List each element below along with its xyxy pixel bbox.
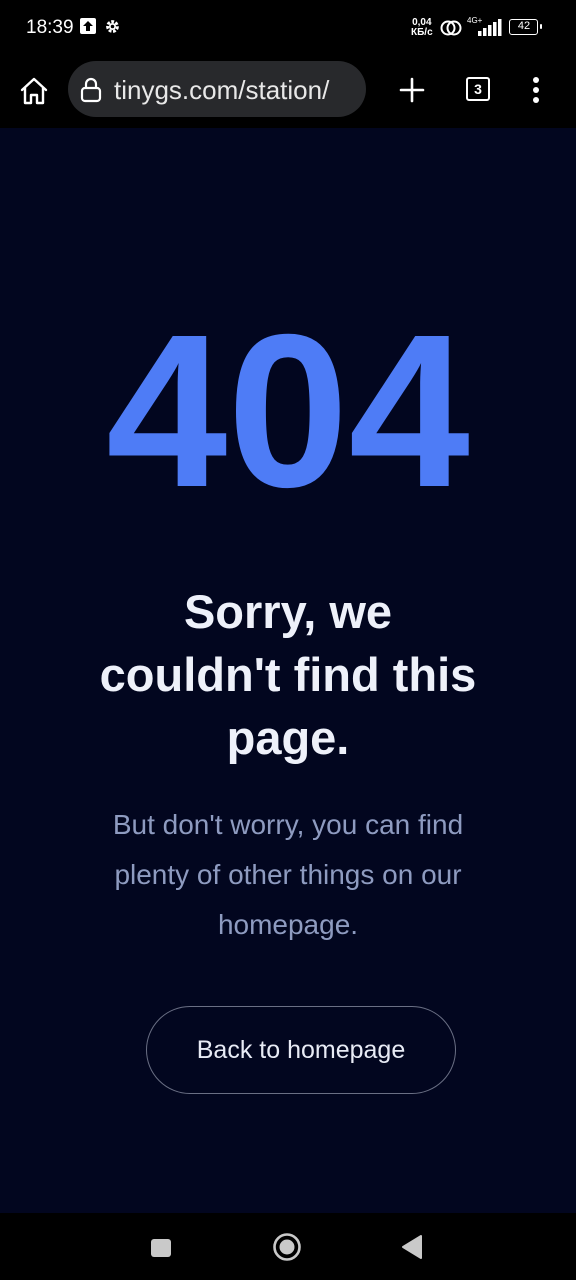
plus-icon[interactable] bbox=[398, 76, 426, 104]
hotspot-icon bbox=[440, 20, 462, 36]
recent-apps-icon[interactable] bbox=[151, 1239, 171, 1257]
battery-tip bbox=[540, 24, 542, 29]
browser-toolbar: tinygs.com/station/ 3 bbox=[0, 58, 576, 128]
gear-icon bbox=[106, 20, 119, 33]
back-icon[interactable] bbox=[401, 1234, 423, 1260]
battery-level: 42 bbox=[517, 20, 531, 32]
signal-strength-icon bbox=[478, 19, 502, 36]
url-bar[interactable]: tinygs.com/station/ bbox=[68, 61, 366, 117]
home-icon[interactable] bbox=[18, 75, 50, 107]
tab-count: 3 bbox=[474, 81, 482, 97]
page-content: 404 Sorry, we couldn't find this page. B… bbox=[0, 128, 576, 1213]
url-text: tinygs.com/station/ bbox=[114, 75, 330, 105]
upload-arrow-icon bbox=[80, 18, 96, 34]
more-options-icon[interactable] bbox=[530, 76, 542, 104]
status-bar: 18:39 0,04 КБ/с 4G+ 42 bbox=[0, 0, 576, 58]
back-to-homepage-button[interactable]: Back to homepage bbox=[146, 1006, 456, 1094]
error-code: 404 bbox=[106, 290, 470, 533]
tab-switcher-button[interactable]: 3 bbox=[466, 77, 490, 101]
system-navigation-bar bbox=[0, 1213, 576, 1280]
battery-icon: 42 bbox=[509, 19, 543, 35]
lock-icon bbox=[80, 77, 102, 103]
page-description: But don't worry, you can find plenty of … bbox=[112, 809, 464, 940]
network-speed: 0,04 КБ/с bbox=[411, 17, 433, 38]
status-time: 18:39 bbox=[26, 17, 74, 38]
system-home-icon[interactable] bbox=[272, 1232, 302, 1262]
page-title: Sorry, we couldn't find this page. bbox=[99, 585, 477, 764]
